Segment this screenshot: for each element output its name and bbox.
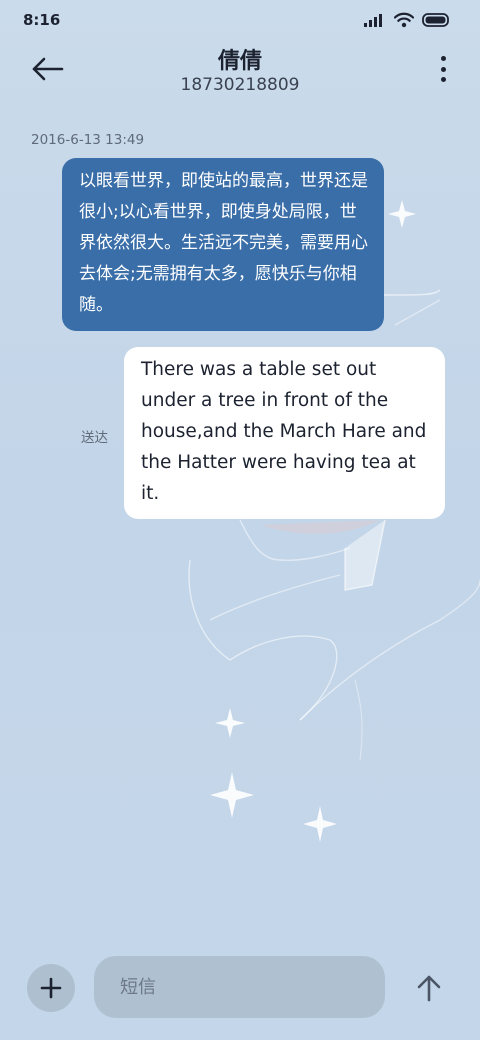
battery-icon — [422, 13, 449, 27]
add-attachment-button[interactable] — [27, 964, 75, 1012]
more-dot — [440, 77, 446, 82]
more-options-button[interactable] — [436, 56, 450, 82]
incoming-message-bubble[interactable]: 以眼看世界，即使站的最高，世界还是很小;以心看世界，即使身处局限，世界依然很大。… — [62, 158, 384, 331]
status-time: 8:16 — [23, 11, 61, 29]
status-bar: 8:16 — [0, 0, 480, 40]
contact-name: 倩倩 — [217, 49, 262, 74]
sent-status-label: 送达 — [81, 430, 108, 446]
outgoing-message-bubble[interactable]: There was a table set out under a tree i… — [124, 347, 445, 519]
conversation-header: 倩倩 18730218809 — [0, 40, 480, 100]
plus-icon — [40, 977, 62, 999]
chat-background — [0, 0, 480, 1040]
more-dot — [440, 66, 446, 72]
contact-number: 18730218809 — [180, 75, 300, 95]
send-button[interactable] — [412, 970, 446, 1006]
message-timestamp: 2016-6-13 13:49 — [31, 132, 145, 148]
message-input[interactable] — [94, 956, 385, 1018]
arrow-up-icon — [417, 975, 441, 1002]
signal-icon — [364, 14, 382, 27]
status-icons — [364, 12, 450, 28]
wifi-icon — [394, 12, 414, 28]
more-vertical-icon — [440, 56, 446, 61]
